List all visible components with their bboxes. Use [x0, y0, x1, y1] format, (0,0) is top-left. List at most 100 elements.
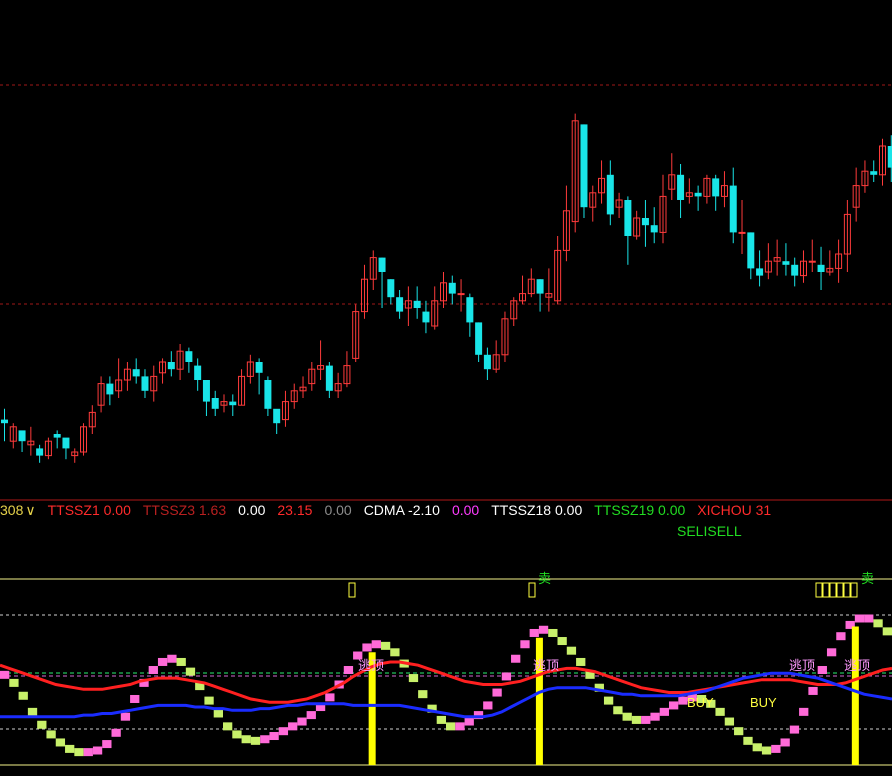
candle-body-down	[483, 354, 491, 370]
osc-step-rising	[483, 701, 493, 710]
osc-step-rising	[520, 640, 530, 649]
price-panel	[0, 84, 892, 501]
osc-step-rising	[120, 712, 131, 721]
candle-body-up	[738, 231, 746, 234]
osc-step-rising	[836, 632, 846, 641]
osc-step-falling	[631, 715, 642, 724]
candle-body-down	[791, 264, 799, 276]
osc-step-falling	[232, 730, 242, 739]
osc-step-rising	[659, 707, 669, 716]
osc-step-rising	[167, 654, 177, 663]
candle-body-down	[387, 279, 395, 298]
candle-body-down	[396, 297, 404, 312]
osc-step-rising	[102, 740, 112, 749]
buy-label: BUY	[750, 695, 777, 710]
osc-step-falling	[566, 646, 577, 655]
candle-body-down	[606, 174, 614, 215]
candle-body-down	[580, 124, 588, 208]
osc-step-rising	[669, 701, 679, 710]
signal-marker	[836, 582, 844, 598]
osc-step-falling	[576, 657, 586, 666]
chart-canvas	[0, 84, 892, 766]
candle-body-down	[229, 401, 237, 406]
osc-step-rising	[83, 748, 93, 757]
osc-step-rising	[771, 744, 781, 753]
osc-step-rising	[641, 715, 651, 724]
chevron-down-icon[interactable]: ∨	[25, 502, 35, 518]
osc-step-falling	[603, 696, 614, 705]
indicator-value-4: 23.15	[277, 502, 313, 518]
signal-marker	[843, 582, 851, 598]
osc-step-falling	[9, 678, 19, 687]
osc-step-falling	[724, 717, 735, 726]
osc-step-rising	[92, 746, 103, 755]
signal-bar	[851, 626, 859, 765]
indicator-value-2: TTSSZ3 1.63	[142, 502, 227, 518]
osc-step-falling	[250, 736, 261, 745]
top-label: 逃顶	[358, 658, 385, 673]
osc-step-rising	[864, 614, 874, 623]
osc-step-falling	[390, 648, 400, 657]
indicator-value-5: 0.00	[324, 502, 352, 518]
buy-label: BUY	[687, 695, 714, 710]
osc-step-falling	[213, 709, 223, 718]
candle-body-down	[536, 279, 544, 294]
signal-marker	[348, 582, 356, 598]
candle-body-down	[194, 365, 202, 380]
osc-step-rising	[455, 722, 465, 731]
osc-step-rising	[789, 725, 800, 734]
candle-body-down	[378, 257, 386, 272]
signal-marker	[528, 582, 536, 598]
osc-step-rising	[260, 735, 270, 744]
osc-step-rising	[288, 722, 298, 731]
candle-body-down	[62, 437, 70, 449]
candle-body-down	[475, 322, 483, 355]
indicator-value-10: XICHOU 31	[697, 502, 772, 518]
signal-text: SELISELL	[677, 523, 742, 539]
osc-step-rising	[808, 686, 818, 695]
osc-step-rising	[157, 657, 168, 666]
osc-step-falling	[223, 722, 233, 731]
oscillator-panel	[0, 578, 892, 766]
sell-label: 卖	[538, 571, 552, 586]
osc-step-rising	[278, 727, 289, 736]
candle-body-down	[677, 174, 685, 200]
osc-step-rising	[817, 666, 827, 675]
signal-marker	[815, 582, 823, 598]
osc-step-rising	[538, 625, 549, 634]
osc-step-rising	[297, 717, 307, 726]
osc-step-falling	[380, 641, 391, 650]
osc-step-rising	[511, 654, 521, 663]
candle-body-down	[466, 297, 474, 323]
osc-step-rising	[529, 628, 539, 637]
osc-step-falling	[873, 619, 883, 628]
osc-step-falling	[185, 667, 196, 676]
osc-step-rising	[269, 732, 279, 741]
signal-marker	[822, 582, 830, 598]
osc-step-falling	[752, 743, 762, 752]
candle-body-down	[747, 232, 755, 269]
osc-step-rising	[362, 643, 372, 652]
candle-body-down	[202, 380, 210, 402]
osc-step-falling	[204, 696, 214, 705]
osc-step-falling	[446, 722, 456, 731]
indicator-value-0: 308	[0, 502, 24, 518]
candle-body-down	[756, 268, 764, 276]
osc-step-rising	[111, 728, 121, 737]
candle-body-down	[36, 448, 44, 456]
candle-body-down	[448, 282, 456, 294]
osc-step-falling	[55, 738, 66, 747]
candle-body-down	[782, 261, 790, 265]
candle-body-down	[887, 146, 892, 168]
candle-body-down	[650, 225, 658, 233]
osc-step-falling	[622, 712, 632, 721]
candle-body-down	[624, 200, 632, 236]
candle-body-down	[255, 362, 263, 373]
osc-step-rising	[780, 738, 790, 747]
osc-step-falling	[715, 707, 725, 716]
osc-step-rising	[0, 670, 10, 679]
candle-body-down	[641, 218, 649, 226]
osc-step-rising	[501, 672, 512, 681]
candle-body-up	[457, 293, 465, 296]
indicator-value-6: CDMA -2.10	[363, 502, 440, 518]
